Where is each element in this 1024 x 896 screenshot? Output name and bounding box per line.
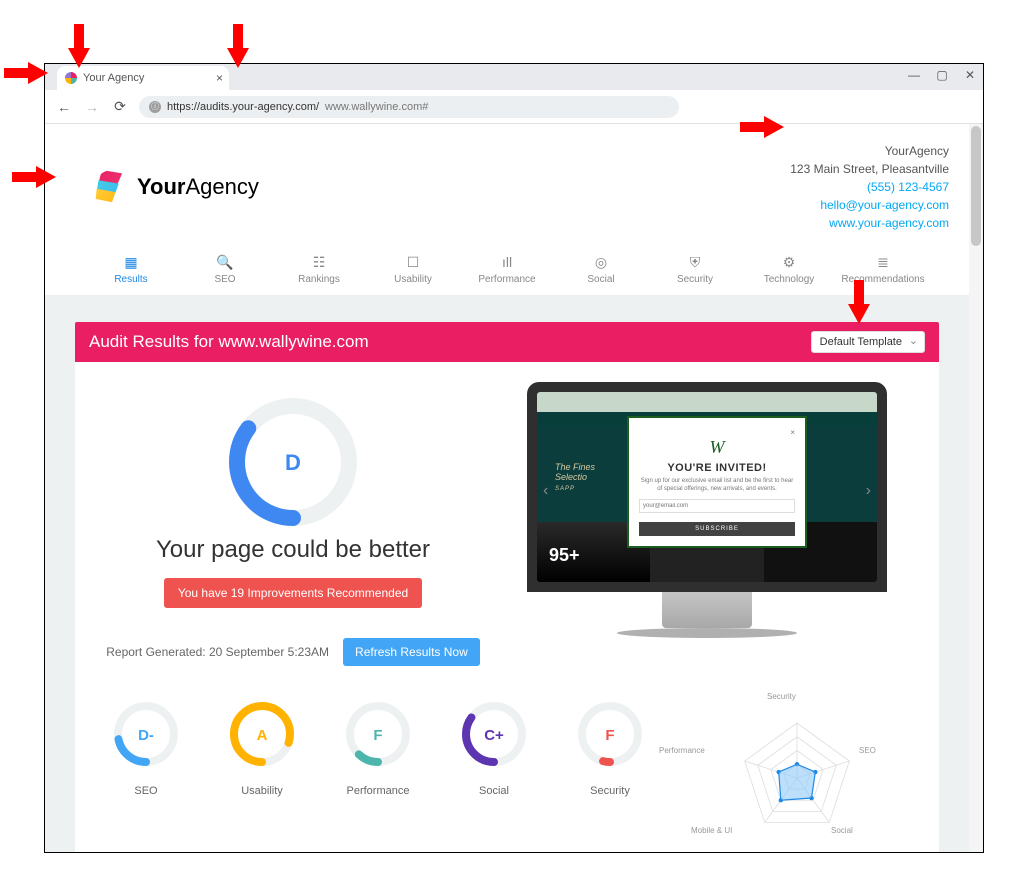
category-usability: A Usability: [219, 698, 305, 797]
agency-name: YourAgency: [790, 142, 949, 160]
tab-technology[interactable]: ⚙ Technology: [759, 254, 819, 285]
tab-rankings[interactable]: ☷ Rankings: [289, 254, 349, 285]
technology-icon: ⚙: [781, 254, 797, 270]
tab-label: Usability: [394, 274, 432, 285]
report-generated: Report Generated: 20 September 5:23AM: [106, 645, 329, 659]
usability-icon: ☐: [405, 254, 421, 270]
recommendations-icon: ≣: [875, 254, 891, 270]
radar-axis-label: SEO: [859, 746, 876, 755]
svg-text:F: F: [373, 727, 382, 744]
radar-axis-label: Performance: [659, 746, 705, 755]
browser-window: Your Agency × — ▢ ✕ ← → ⟳ ⓘ https://audi…: [44, 63, 984, 853]
minimize-button[interactable]: —: [907, 68, 921, 82]
refresh-results-button[interactable]: Refresh Results Now: [343, 638, 480, 666]
tab-label: Rankings: [298, 274, 340, 285]
tab-performance[interactable]: ıll Performance: [477, 254, 537, 285]
browser-tab[interactable]: Your Agency ×: [57, 66, 229, 90]
url-path: www.wallywine.com#: [325, 101, 428, 113]
results-area: Audit Results for www.wallywine.com Defa…: [45, 296, 969, 852]
template-select[interactable]: Default Template: [811, 331, 925, 353]
annotation-arrow: [740, 110, 784, 144]
url-field[interactable]: ⓘ https://audits.your-agency.com/www.wal…: [139, 96, 679, 118]
tab-label: Security: [677, 274, 713, 285]
tab-label: Social: [587, 274, 614, 285]
agency-email[interactable]: hello@your-agency.com: [790, 196, 949, 214]
back-button[interactable]: ←: [55, 98, 73, 116]
page-content: YourAgency YourAgency 123 Main Street, P…: [45, 124, 983, 852]
svg-text:F: F: [605, 727, 614, 744]
svg-text:D: D: [285, 450, 301, 475]
scrollbar[interactable]: [969, 124, 983, 852]
svg-text:C+: C+: [484, 727, 504, 744]
annotation-arrow: [12, 160, 56, 194]
radar-axis-label: Security: [767, 692, 796, 701]
annotation-arrow: [842, 280, 876, 324]
category-label: SEO: [103, 785, 189, 797]
tab-social[interactable]: ◎ Social: [571, 254, 631, 285]
browser-tabstrip: Your Agency × — ▢ ✕: [45, 64, 983, 90]
preview-email-input: [639, 499, 795, 513]
close-tab-icon[interactable]: ×: [216, 71, 223, 85]
improvements-badge: You have 19 Improvements Recommended: [164, 578, 422, 608]
category-label: Security: [567, 785, 653, 797]
annotation-arrow: [221, 24, 255, 68]
tab-title: Your Agency: [83, 72, 144, 84]
close-window-button[interactable]: ✕: [963, 68, 977, 82]
seo-icon: 🔍: [217, 254, 233, 270]
category-security: F Security: [567, 698, 653, 797]
category-label: Social: [451, 785, 537, 797]
tab-security[interactable]: ⛨ Security: [665, 254, 725, 285]
category-label: Performance: [335, 785, 421, 797]
tab-label: SEO: [214, 274, 235, 285]
category-seo: D- SEO: [103, 698, 189, 797]
radar-axis-label: Social: [831, 826, 853, 835]
url-host: https://audits.your-agency.com/: [167, 101, 319, 113]
overall-grade-donut: D: [103, 392, 483, 532]
svg-text:A: A: [257, 727, 268, 744]
agency-phone[interactable]: (555) 123-4567: [790, 178, 949, 196]
tab-label: Results: [114, 274, 147, 285]
logo-text: YourAgency: [137, 174, 259, 200]
tab-seo[interactable]: 🔍 SEO: [195, 254, 255, 285]
preview-modal: × W YOU'RE INVITED! Sign up for our excl…: [627, 416, 807, 548]
page-header: YourAgency YourAgency 123 Main Street, P…: [45, 124, 983, 246]
maximize-button[interactable]: ▢: [935, 68, 949, 82]
agency-address: 123 Main Street, Pleasantville: [790, 160, 949, 178]
social-icon: ◎: [593, 254, 609, 270]
agency-logo[interactable]: YourAgency: [95, 142, 259, 232]
scroll-thumb[interactable]: [971, 126, 981, 246]
results-icon: ▦: [123, 254, 139, 270]
tab-label: Performance: [478, 274, 535, 285]
tab-usability[interactable]: ☐ Usability: [383, 254, 443, 285]
category-performance: F Performance: [335, 698, 421, 797]
address-bar: ← → ⟳ ⓘ https://audits.your-agency.com/w…: [45, 90, 983, 124]
rankings-icon: ☷: [311, 254, 327, 270]
secure-icon: ⓘ: [149, 101, 161, 113]
tab-label: Technology: [764, 274, 815, 285]
radar-chart: SecuritySEOSocialMobile & UIPerformance: [683, 698, 911, 848]
results-banner: Audit Results for www.wallywine.com Defa…: [75, 322, 939, 362]
agency-contact: YourAgency 123 Main Street, Pleasantvill…: [790, 142, 949, 232]
banner-title: Audit Results for www.wallywine.com: [89, 332, 369, 352]
category-label: Usability: [219, 785, 305, 797]
tab-results[interactable]: ▦ Results: [101, 254, 161, 285]
svg-text:D-: D-: [138, 727, 154, 744]
category-social: C+ Social: [451, 698, 537, 797]
site-preview: The FinesSelectioSAPP ‹ › 95+ × W YOU'RE…: [503, 382, 911, 638]
radar-axis-label: Mobile & UI: [691, 826, 732, 835]
agency-website[interactable]: www.your-agency.com: [790, 214, 949, 232]
reload-button[interactable]: ⟳: [111, 98, 129, 116]
summary-headline: Your page could be better: [103, 536, 483, 564]
preview-subscribe-button: SUBSCRIBE: [639, 522, 795, 536]
annotation-arrow: [4, 56, 48, 90]
logo-mark-icon: [95, 170, 129, 204]
favicon-icon: [65, 72, 77, 84]
annotation-arrow: [62, 24, 96, 68]
performance-icon: ıll: [499, 254, 515, 270]
results-card: D Your page could be better You have 19 …: [75, 362, 939, 852]
security-icon: ⛨: [687, 254, 703, 270]
forward-button[interactable]: →: [83, 98, 101, 116]
